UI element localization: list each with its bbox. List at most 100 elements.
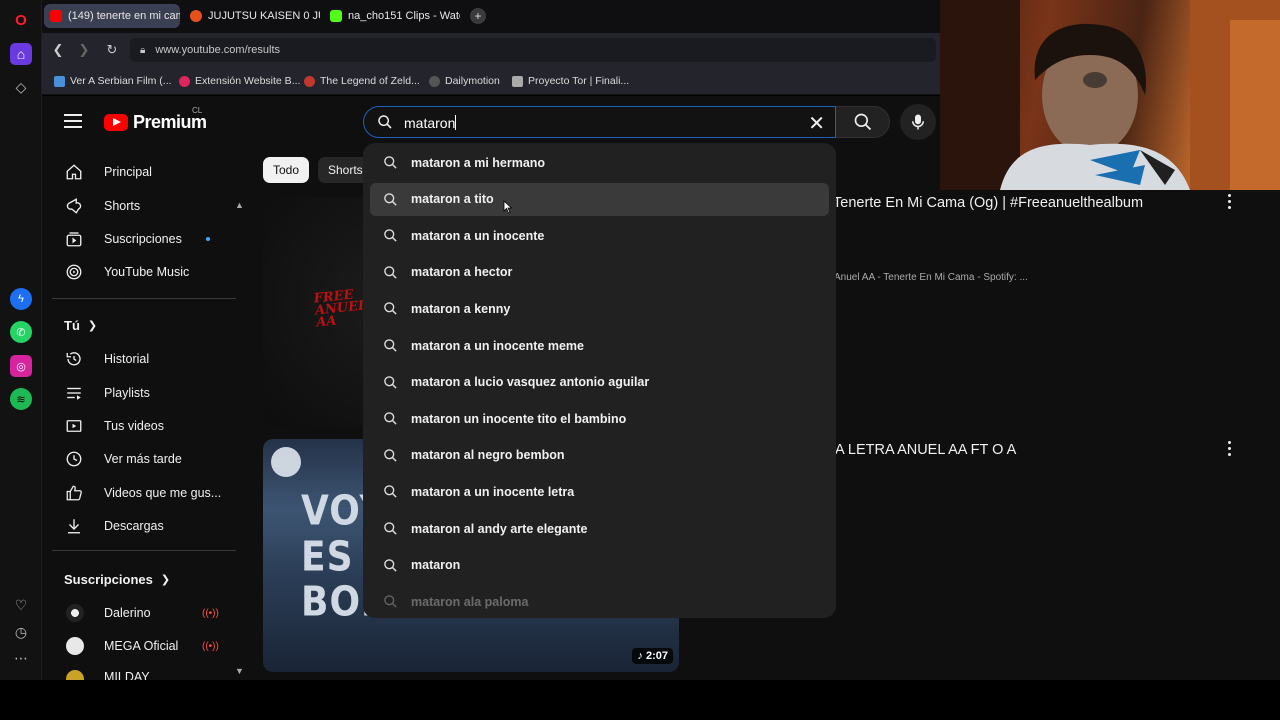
live-indicator-icon: ((•)) bbox=[202, 640, 219, 652]
section-title: Tú bbox=[64, 318, 80, 333]
youtube-music-icon bbox=[64, 262, 84, 282]
search-suggestion-item[interactable]: mataron bbox=[363, 549, 836, 582]
suggestion-text: mataron a un inocente meme bbox=[411, 338, 584, 353]
forward-arrow-icon[interactable]: ❯ bbox=[76, 42, 92, 58]
sidebar-item-history[interactable]: Historial bbox=[52, 344, 232, 374]
instagram-icon[interactable]: ◎ bbox=[10, 355, 32, 377]
sidebar-item-shorts[interactable]: Shorts bbox=[52, 191, 232, 221]
sidebar-item-principal[interactable]: Principal bbox=[52, 157, 232, 187]
shorts-icon bbox=[64, 196, 84, 216]
sidebar-item-label: Playlists bbox=[104, 386, 150, 400]
back-arrow-icon[interactable]: ❮ bbox=[50, 42, 66, 58]
video-description: Anuel AA - Tenerte En Mi Cama - Spotify:… bbox=[834, 272, 1028, 283]
suggestion-text: mataron a hector bbox=[411, 265, 513, 280]
duration-text: 2:07 bbox=[645, 650, 668, 662]
search-suggestion-item[interactable]: mataron al negro bembon bbox=[363, 439, 836, 472]
playlists-icon bbox=[64, 383, 84, 403]
chevron-right-icon: ❯ bbox=[87, 320, 98, 332]
video-title[interactable]: Tenerte En Mi Cama (Og) | #Freeanuelthea… bbox=[833, 195, 1143, 211]
sidebar-item-label: Tus videos bbox=[104, 419, 164, 433]
search-suggestion-item[interactable]: mataron a tito bbox=[370, 182, 829, 216]
bookmark-item[interactable]: Extensión Website B... bbox=[179, 74, 300, 88]
search-icon bbox=[384, 265, 397, 279]
search-query-text: mataron bbox=[404, 115, 456, 131]
whatsapp-icon[interactable]: ✆ bbox=[10, 321, 32, 343]
reload-icon[interactable]: ↻ bbox=[104, 42, 120, 58]
sidebar-item-liked-videos[interactable]: Videos que me gus... bbox=[52, 478, 232, 508]
messenger-icon[interactable]: ϟ bbox=[10, 288, 32, 310]
new-tab-plus-icon[interactable]: + bbox=[470, 8, 486, 24]
search-suggestion-item[interactable]: mataron a mi hermano bbox=[363, 146, 836, 179]
bookmark-item[interactable]: The Legend of Zeld... bbox=[304, 74, 420, 88]
search-suggestion-item[interactable]: mataron a lucio vasquez antonio aguilar bbox=[363, 366, 836, 399]
new-content-dot bbox=[206, 237, 210, 241]
more-icon[interactable]: ⋯ bbox=[10, 647, 32, 669]
search-button[interactable] bbox=[836, 106, 890, 138]
bookmark-item[interactable]: Dailymotion bbox=[429, 74, 500, 88]
bookmark-item[interactable]: Ver A Serbian Film (... bbox=[54, 74, 172, 88]
bookmark-item[interactable]: Proyecto Tor | Finali... bbox=[512, 74, 629, 88]
sidebar-channel-item[interactable]: MILDAY bbox=[52, 664, 232, 680]
tab-jujutsu[interactable]: JUJUTSU KAISEN 0 JUJUTSU bbox=[184, 4, 320, 28]
live-indicator-icon: ((•)) bbox=[202, 607, 219, 619]
sidebar-item-label: Videos que me gus... bbox=[104, 486, 222, 500]
sidebar-item-subscriptions[interactable]: Suscripciones bbox=[52, 224, 232, 254]
search-suggestion-item[interactable]: mataron a un inocente bbox=[363, 219, 836, 252]
more-options-icon[interactable] bbox=[1228, 194, 1232, 209]
webcam-overlay bbox=[940, 0, 1280, 190]
chip-all[interactable]: Todo bbox=[263, 157, 310, 183]
scroll-up-arrow-icon[interactable]: ▲ bbox=[235, 200, 244, 210]
search-suggestion-item[interactable]: mataron un inocente tito el bambino bbox=[363, 402, 836, 435]
sidebar-item-your-videos[interactable]: Tus videos bbox=[52, 411, 232, 441]
tab-label: na_cho151 Clips - Watch l bbox=[348, 10, 460, 22]
voice-search-button[interactable] bbox=[900, 104, 936, 140]
pin-icon[interactable]: ◇ bbox=[10, 76, 32, 98]
avatar bbox=[66, 637, 84, 655]
sidebar-item-youtube-music[interactable]: YouTube Music bbox=[52, 257, 232, 287]
sidebar-channel-item[interactable]: Dalerino ((•)) bbox=[52, 598, 232, 628]
video-title[interactable]: A LETRA ANUEL AA FT O A bbox=[835, 442, 1016, 458]
search-input[interactable]: mataron ✕ bbox=[363, 106, 836, 138]
suggestion-text: mataron a un inocente letra bbox=[411, 484, 575, 499]
suggestion-text: mataron ala paloma bbox=[411, 594, 529, 609]
search-icon bbox=[384, 448, 397, 462]
sidebar-item-playlists[interactable]: Playlists bbox=[52, 378, 232, 408]
home-icon bbox=[64, 162, 84, 182]
search-suggestion-item[interactable]: mataron ala paloma bbox=[363, 585, 836, 618]
youtube-premium-logo[interactable]: Premium CL bbox=[104, 106, 207, 133]
tab-kick[interactable]: na_cho151 Clips - Watch l bbox=[324, 4, 460, 28]
tab-youtube[interactable]: (149) tenerte en mi cama bbox=[44, 4, 180, 28]
more-options-icon[interactable] bbox=[1228, 441, 1232, 456]
sidebar-item-downloads[interactable]: Descargas bbox=[52, 511, 232, 541]
sidebar-channel-item[interactable]: MEGA Oficial ((•)) bbox=[52, 631, 232, 661]
hamburger-menu-icon[interactable] bbox=[64, 114, 82, 128]
you-section-header[interactable]: Tú ❯ bbox=[64, 318, 97, 333]
search-suggestion-item[interactable]: mataron a un inocente letra bbox=[363, 475, 836, 508]
search-icon bbox=[384, 156, 397, 169]
bookmark-label: The Legend of Zeld... bbox=[320, 75, 420, 87]
subscriptions-section-header[interactable]: Suscripciones ❯ bbox=[64, 572, 170, 587]
thumbnail-text: ES bbox=[301, 533, 354, 582]
sidebar-item-label: Descargas bbox=[104, 519, 164, 533]
bookmark-favicon-icon bbox=[512, 75, 523, 87]
search-icon bbox=[854, 113, 871, 131]
home-icon[interactable]: ⌂ bbox=[10, 43, 32, 65]
history-clock-icon[interactable]: ◷ bbox=[10, 621, 32, 643]
search-icon bbox=[384, 339, 397, 352]
url-field[interactable]: 🔒︎ www.youtube.com/results bbox=[130, 38, 936, 62]
spotify-icon[interactable]: ≋ bbox=[10, 388, 32, 410]
clear-search-icon[interactable]: ✕ bbox=[808, 111, 825, 136]
suggestion-text: mataron a lucio vasquez antonio aguilar bbox=[411, 375, 650, 390]
country-code: CL bbox=[192, 106, 203, 115]
opera-logo-icon[interactable]: O bbox=[10, 9, 32, 31]
moon-image bbox=[271, 447, 301, 477]
heart-icon[interactable]: ♡ bbox=[10, 594, 32, 616]
scroll-down-arrow-icon[interactable]: ▼ bbox=[235, 666, 244, 676]
sidebar-item-label: Suscripciones bbox=[104, 232, 182, 246]
search-suggestion-item[interactable]: mataron a kenny bbox=[363, 292, 836, 325]
sidebar-item-watch-later[interactable]: Ver más tarde bbox=[52, 444, 232, 474]
search-suggestion-item[interactable]: mataron al andy arte elegante bbox=[363, 512, 836, 545]
search-suggestion-item[interactable]: mataron a hector bbox=[363, 256, 836, 289]
suggestion-text: mataron a tito bbox=[411, 192, 494, 207]
search-suggestion-item[interactable]: mataron a un inocente meme bbox=[363, 329, 836, 362]
